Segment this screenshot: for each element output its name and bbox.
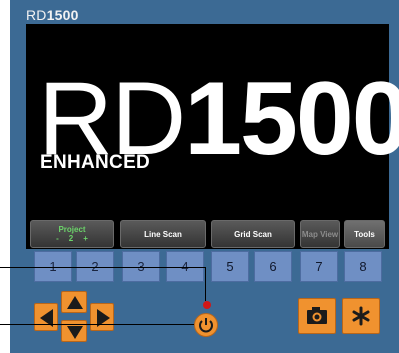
arrow-up-button[interactable] (61, 291, 87, 313)
tools-label: Tools (354, 229, 375, 239)
key-5[interactable]: 5 (211, 251, 249, 282)
brand-number: 1500 (46, 7, 79, 23)
key-8[interactable]: 8 (344, 251, 382, 282)
project-value-row: - 2 + (56, 234, 88, 243)
power-icon (199, 318, 213, 333)
arrow-left-icon (40, 309, 53, 327)
grid-scan-label: Grid Scan (234, 229, 272, 239)
key-7[interactable]: 7 (300, 251, 338, 282)
splash-subtitle: ENHANCED (40, 152, 151, 173)
leader-line-led-vertical (205, 267, 206, 301)
project-label: Project (58, 225, 86, 234)
softkey-tools[interactable]: Tools (344, 220, 385, 248)
line-scan-label: Line Scan (144, 229, 182, 239)
project-decrement[interactable]: - (56, 234, 59, 243)
leader-line-led-horizontal (0, 267, 206, 268)
leader-line-power (0, 324, 194, 325)
softkey-line-scan[interactable]: Line Scan (120, 220, 206, 248)
softkey-project[interactable]: Project - 2 + (30, 220, 114, 248)
arrow-right-icon (97, 309, 110, 327)
camera-icon (307, 307, 327, 324)
brand-label: RD1500 (26, 7, 79, 23)
arrow-right-button[interactable] (90, 303, 114, 331)
softkey-map-view[interactable]: Map View (300, 220, 340, 248)
map-view-label: Map View (301, 229, 339, 239)
power-button[interactable] (194, 313, 218, 337)
camera-button[interactable] (298, 298, 336, 334)
brand-prefix: RD (26, 7, 47, 23)
project-value: 2 (68, 234, 74, 243)
softkey-grid-scan[interactable]: Grid Scan (211, 220, 295, 248)
arrow-left-button[interactable] (34, 303, 58, 331)
asterisk-button[interactable] (342, 298, 380, 334)
logo-number: 1500 (184, 61, 399, 177)
project-increment[interactable]: + (83, 234, 88, 243)
status-led (203, 301, 211, 309)
asterisk-icon (352, 306, 370, 326)
key-6[interactable]: 6 (254, 251, 292, 282)
arrow-up-icon (67, 296, 83, 309)
